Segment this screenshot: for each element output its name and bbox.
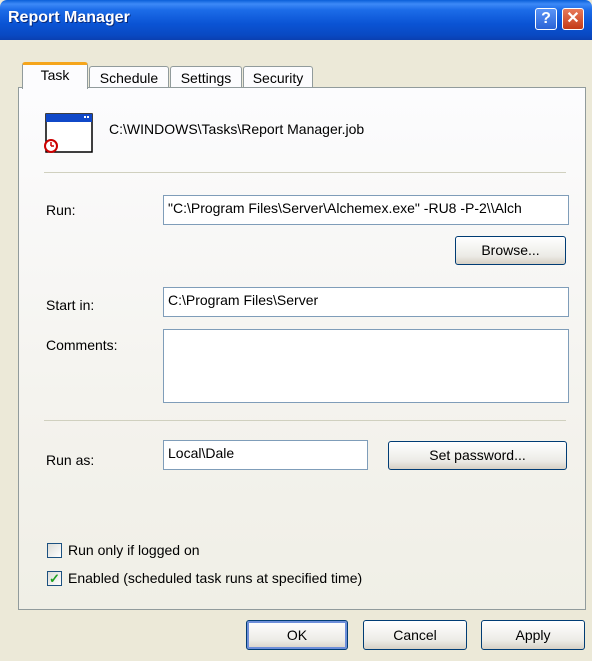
- run-label: Run:: [46, 202, 76, 218]
- job-path: C:\WINDOWS\Tasks\Report Manager.job: [109, 121, 365, 137]
- start-in-label: Start in:: [46, 297, 95, 313]
- close-icon[interactable]: ✕: [562, 8, 584, 30]
- comments-textarea[interactable]: [163, 329, 569, 403]
- enabled-label: Enabled (scheduled task runs at specifie…: [68, 570, 363, 586]
- run-only-logged-on-checkbox[interactable]: [47, 543, 62, 558]
- start-in-input[interactable]: C:\Program Files\Server: [163, 287, 569, 317]
- separator: [44, 172, 566, 173]
- enabled-checkbox[interactable]: ✓: [47, 571, 62, 586]
- browse-button[interactable]: Browse...: [455, 236, 566, 265]
- run-only-logged-on-label: Run only if logged on: [68, 542, 200, 558]
- title-bar[interactable]: Report Manager ? ✕: [0, 0, 592, 40]
- tab-security[interactable]: Security: [243, 66, 313, 89]
- check-icon: ✓: [49, 571, 60, 586]
- cancel-button[interactable]: Cancel: [363, 620, 467, 650]
- help-icon[interactable]: ?: [535, 8, 557, 30]
- separator: [44, 420, 566, 421]
- tab-settings[interactable]: Settings: [170, 66, 242, 89]
- dialog-window: Report Manager ? ✕ Task Schedule Setting…: [0, 0, 592, 661]
- apply-button[interactable]: Apply: [481, 620, 585, 650]
- window-title: Report Manager: [8, 9, 130, 26]
- scheduled-task-window-icon: [44, 113, 93, 153]
- run-input[interactable]: "C:\Program Files\Server\Alchemex.exe" -…: [163, 195, 569, 225]
- run-as-input[interactable]: Local\Dale: [163, 440, 368, 470]
- tab-task[interactable]: Task: [22, 62, 88, 89]
- set-password-button[interactable]: Set password...: [388, 441, 567, 470]
- run-as-label: Run as:: [46, 452, 95, 468]
- comments-label: Comments:: [46, 337, 118, 353]
- tab-schedule[interactable]: Schedule: [89, 66, 169, 89]
- ok-button[interactable]: OK: [246, 620, 348, 650]
